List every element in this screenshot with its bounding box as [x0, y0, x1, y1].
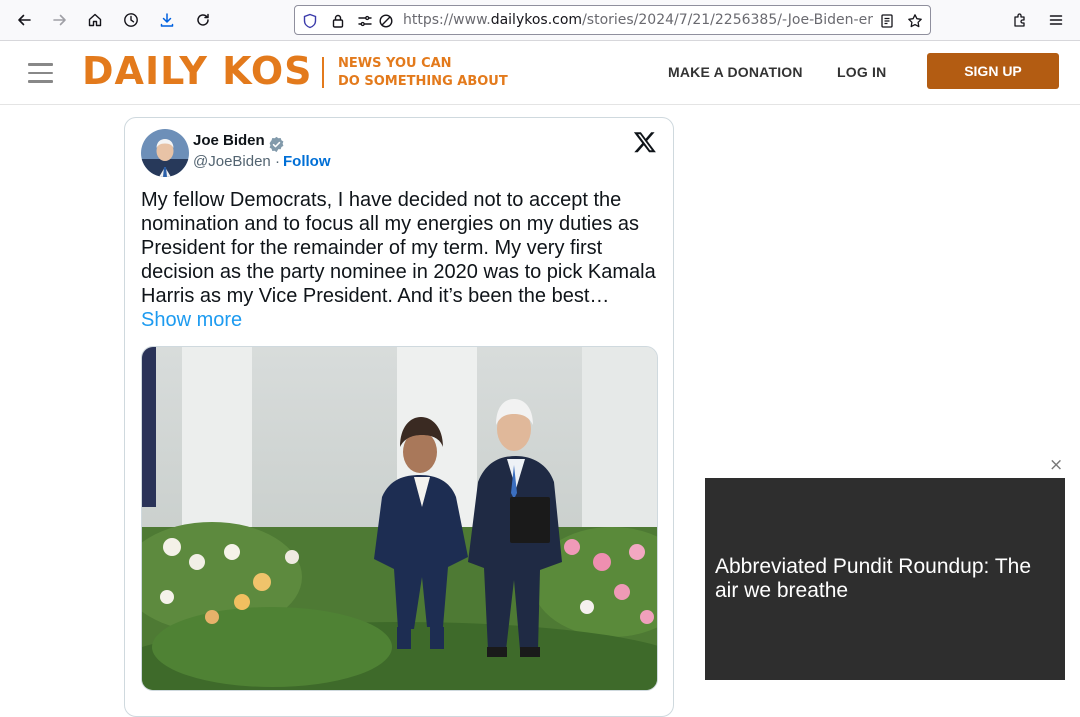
reload-button[interactable] — [189, 6, 217, 34]
tweet-text: My fellow Democrats, I have decided not … — [141, 189, 656, 331]
downloads-button[interactable] — [153, 6, 181, 34]
tweet-photo[interactable] — [141, 346, 658, 691]
tagline-line-1: NEWS YOU CAN — [338, 56, 452, 71]
signup-button[interactable]: SIGN UP — [927, 53, 1059, 89]
donation-link[interactable]: MAKE A DONATION — [668, 64, 803, 80]
forward-arrow-icon — [53, 14, 66, 26]
hamburger-menu-icon[interactable] — [28, 63, 53, 83]
reader-view-icon[interactable] — [879, 13, 895, 29]
follow-link[interactable]: Follow — [283, 153, 331, 170]
app-menu-button[interactable] — [1042, 6, 1070, 34]
tagline-line-2: DO SOMETHING ABOUT — [338, 74, 508, 89]
shield-icon[interactable] — [302, 13, 318, 29]
puzzle-icon — [1014, 13, 1025, 27]
permissions-icon[interactable] — [357, 13, 373, 29]
photo-illustration — [142, 347, 657, 690]
extensions-button[interactable] — [1006, 6, 1034, 34]
history-button[interactable] — [117, 6, 145, 34]
lock-icon[interactable] — [330, 13, 346, 29]
logo-tagline: NEWS YOU CAN DO SOMETHING ABOUT — [338, 55, 508, 91]
browser-toolbar: https://www.dailykos.com/stories/2024/7/… — [0, 0, 1080, 41]
tweet-handle[interactable]: @JoeBiden · — [193, 153, 280, 170]
menu-icon — [1049, 15, 1063, 25]
video-title: Abbreviated Pundit Roundup: The air we b… — [715, 555, 1032, 602]
login-link[interactable]: LOG IN — [837, 64, 886, 80]
logo-divider — [322, 57, 324, 88]
avatar[interactable] — [141, 129, 189, 177]
verified-badge-icon — [269, 136, 284, 153]
tweet-author-name[interactable]: Joe Biden — [193, 132, 265, 149]
home-icon — [88, 13, 102, 27]
clock-icon — [124, 13, 138, 27]
video-ad-player[interactable]: Abbreviated Pundit Roundup: The air we b… — [705, 478, 1065, 680]
back-button[interactable] — [10, 6, 38, 34]
reload-icon — [197, 13, 209, 26]
tracking-protection-icon[interactable] — [378, 13, 394, 29]
address-bar[interactable]: https://www.dailykos.com/stories/2024/7/… — [294, 5, 931, 35]
ad-close-button[interactable]: × — [1049, 457, 1063, 474]
download-icon — [160, 13, 174, 27]
x-logo-icon[interactable] — [633, 130, 657, 154]
site-header: DAILY KOS NEWS YOU CAN DO SOMETHING ABOU… — [0, 41, 1080, 105]
bookmark-star-icon[interactable] — [907, 13, 923, 29]
site-logo[interactable]: DAILY KOS — [82, 49, 313, 93]
show-more-link[interactable]: Show more — [141, 309, 242, 331]
back-arrow-icon — [18, 14, 31, 26]
forward-button[interactable] — [46, 6, 74, 34]
embedded-tweet[interactable]: Joe Biden @JoeBiden · Follow My fellow D… — [124, 117, 674, 717]
url-text[interactable]: https://www.dailykos.com/stories/2024/7/… — [403, 12, 873, 28]
home-button[interactable] — [81, 6, 109, 34]
